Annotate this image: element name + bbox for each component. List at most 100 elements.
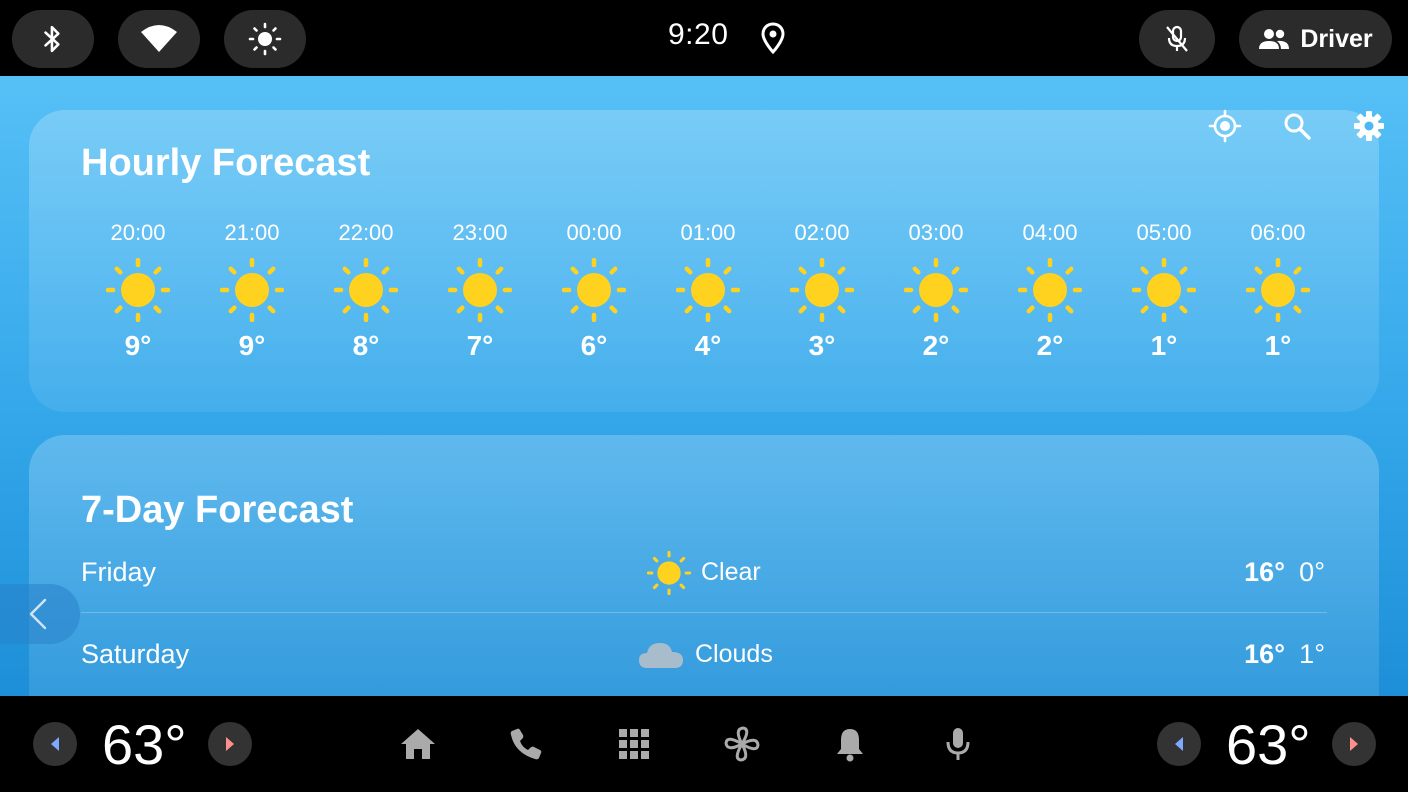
hourly-forecast-card: Hourly Forecast 20:00 9° 21:00 9° 22:00 …	[29, 110, 1379, 412]
hour-time: 06:00	[1250, 220, 1306, 245]
triangle-right-icon	[1350, 737, 1358, 751]
triangle-right-icon	[226, 737, 234, 751]
hour-time: 23:00	[452, 220, 508, 245]
status-bar: 9:20 Driver	[0, 0, 1408, 76]
sun-icon	[1246, 258, 1310, 322]
hour-item: 22:00 8°	[309, 220, 423, 362]
right-temperature[interactable]: 63°	[1226, 712, 1311, 777]
sun-icon	[220, 258, 284, 322]
home-icon	[401, 729, 435, 759]
sun-icon	[790, 258, 854, 322]
left-temperature[interactable]: 63°	[102, 712, 187, 777]
day-name: Friday	[81, 557, 157, 587]
hour-temp: 4°	[694, 330, 722, 361]
condition-label: Clear	[701, 558, 761, 586]
driver-profile-button[interactable]: Driver	[1239, 10, 1392, 68]
hour-temp: 1°	[1264, 330, 1292, 361]
hour-time: 00:00	[566, 220, 622, 245]
day-condition: Clouds	[637, 638, 773, 670]
chevron-left-icon	[29, 598, 47, 630]
hour-item: 21:00 9°	[195, 220, 309, 362]
day-low: 0°	[1299, 557, 1325, 587]
wifi-button[interactable]	[118, 10, 200, 68]
hour-item: 20:00 9°	[81, 220, 195, 362]
day-name: Saturday	[81, 638, 190, 669]
day-high: 16°	[1244, 557, 1285, 587]
left-temp-up-button[interactable]	[208, 722, 252, 766]
hour-time: 20:00	[110, 220, 166, 245]
driver-label: Driver	[1300, 24, 1373, 53]
hour-time: 03:00	[908, 220, 964, 245]
cloud-icon	[639, 643, 683, 668]
my-location-button[interactable]	[1205, 106, 1245, 146]
hour-item: 06:00 1°	[1221, 220, 1335, 362]
sun-icon	[562, 258, 626, 322]
hour-temp: 6°	[580, 330, 608, 361]
hour-item: 05:00 1°	[1107, 220, 1221, 362]
wifi-icon	[141, 25, 177, 52]
hour-item: 04:00 2°	[993, 220, 1107, 362]
sun-icon	[448, 258, 512, 322]
apps-grid-icon	[619, 729, 649, 759]
daily-row[interactable]: Friday Clear 16° 0°	[81, 533, 1327, 613]
left-temp-down-button[interactable]	[33, 722, 77, 766]
mic-icon	[946, 728, 970, 760]
daily-row[interactable]: Saturday Clouds 16° 1°	[81, 614, 1327, 694]
hour-temp: 9°	[238, 330, 266, 361]
condition-label: Clouds	[695, 639, 773, 668]
hour-time: 04:00	[1022, 220, 1078, 245]
hour-item: 01:00 4°	[651, 220, 765, 362]
hourly-forecast-title: Hourly Forecast	[81, 142, 371, 184]
hour-temp: 7°	[466, 330, 494, 361]
clock: 9:20	[668, 18, 729, 51]
sun-icon	[676, 258, 740, 322]
hour-time: 21:00	[224, 220, 280, 245]
hour-time: 05:00	[1136, 220, 1192, 245]
weather-toolbar	[1205, 106, 1389, 146]
hour-temp: 8°	[352, 330, 380, 361]
day-condition: Clear	[647, 550, 761, 595]
side-drawer-handle[interactable]	[0, 584, 80, 644]
hour-item: 02:00 3°	[765, 220, 879, 362]
hour-temp: 1°	[1150, 330, 1178, 361]
day-low: 1°	[1299, 638, 1325, 669]
mic-mute-button[interactable]	[1139, 10, 1215, 68]
home-button[interactable]	[396, 722, 440, 766]
settings-button[interactable]	[1349, 106, 1389, 146]
bluetooth-button[interactable]	[12, 10, 94, 68]
sun-icon	[1132, 258, 1196, 322]
bluetooth-icon	[44, 25, 60, 53]
hour-item: 23:00 7°	[423, 220, 537, 362]
notifications-button[interactable]	[828, 722, 872, 766]
my-location-icon	[1208, 109, 1242, 143]
day-high: 16°	[1244, 638, 1285, 669]
hour-time: 01:00	[680, 220, 736, 245]
sun-icon	[647, 550, 691, 595]
climate-fan-button[interactable]	[720, 722, 764, 766]
sun-icon	[904, 258, 968, 322]
hour-temp: 2°	[1036, 330, 1064, 361]
search-button[interactable]	[1277, 106, 1317, 146]
people-icon	[1259, 29, 1290, 49]
hour-temp: 3°	[808, 330, 836, 361]
sun-icon	[1018, 258, 1082, 322]
hour-temp: 9°	[124, 330, 152, 361]
location-pin-icon	[760, 22, 786, 59]
right-temp-up-button[interactable]	[1332, 722, 1376, 766]
hourly-list: 20:00 9° 21:00 9° 22:00 8° 23:00 7° 00:0…	[81, 220, 1335, 362]
right-temp-down-button[interactable]	[1157, 722, 1201, 766]
sun-icon	[334, 258, 398, 322]
hour-time: 22:00	[338, 220, 394, 245]
settings-icon	[1354, 111, 1384, 141]
brightness-button[interactable]	[224, 10, 306, 68]
triangle-left-icon	[51, 737, 59, 751]
hour-item: 00:00 6°	[537, 220, 651, 362]
voice-assistant-button[interactable]	[936, 722, 980, 766]
fan-icon	[724, 726, 760, 762]
apps-button[interactable]	[612, 722, 656, 766]
hour-time: 02:00	[794, 220, 850, 245]
search-icon	[1284, 113, 1311, 140]
phone-icon	[510, 728, 542, 760]
brightness-icon	[248, 22, 282, 56]
phone-button[interactable]	[504, 722, 548, 766]
